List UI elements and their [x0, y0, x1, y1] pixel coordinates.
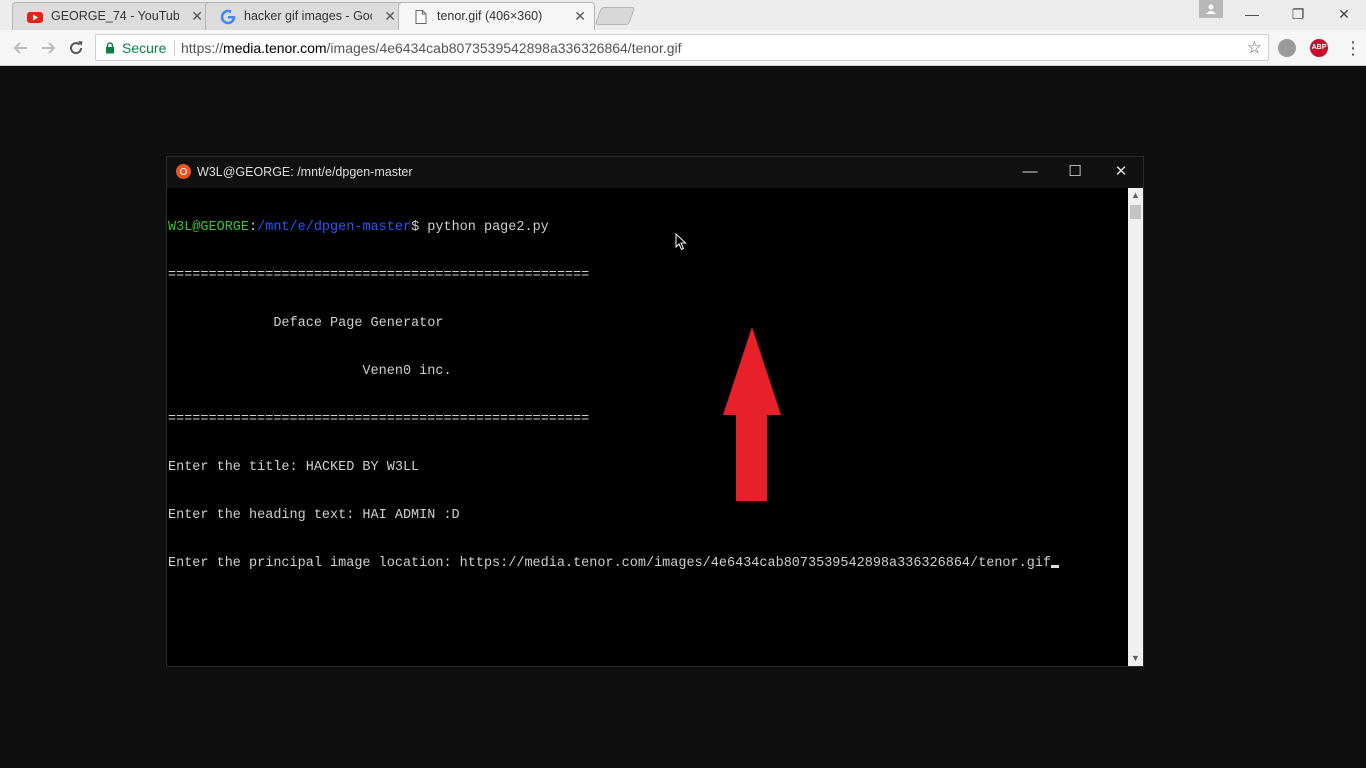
tab-close-icon[interactable]: ✕	[384, 7, 396, 25]
text-cursor	[1051, 565, 1060, 568]
address-separator	[174, 40, 175, 56]
document-icon	[415, 10, 427, 24]
terminal-titlebar: W3L@GEORGE: /mnt/e/dpgen-master — ☐ ✕	[167, 157, 1143, 188]
terminal-window: W3L@GEORGE: /mnt/e/dpgen-master — ☐ ✕ W3…	[166, 156, 1144, 667]
output-line: ========================================…	[168, 268, 590, 283]
url-text[interactable]: https://media.tenor.com/images/4e6434cab…	[181, 40, 682, 56]
tab-title: hacker gif images - Goog	[244, 9, 372, 23]
secure-label[interactable]: Secure	[122, 40, 166, 56]
person-icon	[1206, 4, 1216, 14]
address-bar[interactable]: Secure https://media.tenor.com/images/4e…	[95, 34, 1269, 61]
reload-icon	[70, 41, 83, 55]
forward-button[interactable]	[38, 38, 58, 58]
terminal-output: W3L@GEORGE:/mnt/e/dpgen-master$ python p…	[168, 188, 1128, 666]
extension-icon[interactable]	[1278, 39, 1296, 57]
terminal-close-button: ✕	[1114, 163, 1128, 180]
scrollbar-thumb	[1130, 205, 1141, 219]
lock-icon	[106, 42, 114, 54]
tab-title: tenor.gif (406×360)	[437, 9, 543, 23]
output-line: Deface Page Generator	[168, 316, 444, 331]
tab-close-icon[interactable]: ✕	[191, 7, 203, 25]
google-icon	[220, 9, 236, 25]
tab-tenor-gif[interactable]: tenor.gif (406×360) ✕	[398, 2, 595, 30]
browser-toolbar: Secure https://media.tenor.com/images/4e…	[0, 30, 1366, 66]
prompt-colon: :	[249, 220, 258, 235]
output-line: Venen0 inc.	[168, 364, 452, 379]
tab-google[interactable]: hacker gif images - Goog ✕	[205, 2, 405, 30]
prompt-user: W3L@GEORGE	[168, 220, 250, 235]
prompt-path: /mnt/e/dpgen-master	[257, 220, 412, 235]
tab-youtube[interactable]: GEORGE_74 - YouTube ✕	[12, 2, 212, 30]
red-arrow-icon	[723, 327, 781, 501]
arrow-left-icon	[13, 42, 27, 54]
reload-button[interactable]	[66, 38, 86, 58]
output-line: ========================================…	[168, 412, 590, 427]
ubuntu-icon	[176, 164, 191, 179]
terminal-title: W3L@GEORGE: /mnt/e/dpgen-master	[197, 165, 413, 179]
tab-title: GEORGE_74 - YouTube	[51, 9, 179, 23]
terminal-minimize-button: —	[1022, 163, 1038, 180]
prompt-command: python page2.py	[427, 220, 549, 235]
youtube-icon	[27, 12, 43, 23]
minimize-button[interactable]: —	[1237, 4, 1267, 24]
url-path: /images/4e6434cab8073539542898a336326864…	[326, 40, 682, 56]
scroll-up-arrow-icon: ▲	[1131, 190, 1140, 200]
mouse-pointer-icon	[675, 233, 687, 251]
tab-strip: GEORGE_74 - YouTube ✕ hacker gif images …	[0, 0, 1366, 30]
back-button[interactable]	[11, 38, 31, 58]
restore-button[interactable]: ❐	[1283, 4, 1313, 24]
new-tab-button[interactable]	[594, 7, 636, 25]
output-line: Enter the heading text: HAI ADMIN :D	[168, 508, 460, 523]
adblock-plus-icon[interactable]: ABP	[1310, 39, 1328, 57]
scroll-down-arrow-icon: ▼	[1131, 653, 1140, 663]
terminal-maximize-button: ☐	[1068, 163, 1082, 180]
output-line: Enter the title: HACKED BY W3LL	[168, 460, 420, 475]
output-line-with-cursor: Enter the principal image location: http…	[168, 556, 1128, 572]
url-scheme: https://	[181, 40, 224, 56]
url-host: media.tenor.com	[223, 40, 327, 56]
output-line: Enter the principal image location: http…	[168, 556, 1052, 571]
tab-close-icon[interactable]: ✕	[574, 7, 586, 25]
menu-kebab-icon[interactable]: ⋮	[1344, 38, 1362, 58]
prompt-dollar: $	[411, 220, 428, 235]
arrow-right-icon	[42, 42, 56, 54]
profile-button[interactable]	[1199, 0, 1223, 18]
bookmark-star-icon[interactable]: ☆	[1247, 38, 1262, 58]
close-window-button[interactable]: ✕	[1329, 4, 1359, 24]
terminal-scrollbar: ▲ ▼	[1128, 188, 1143, 666]
prompt-line: W3L@GEORGE:/mnt/e/dpgen-master$ python p…	[168, 220, 1128, 236]
